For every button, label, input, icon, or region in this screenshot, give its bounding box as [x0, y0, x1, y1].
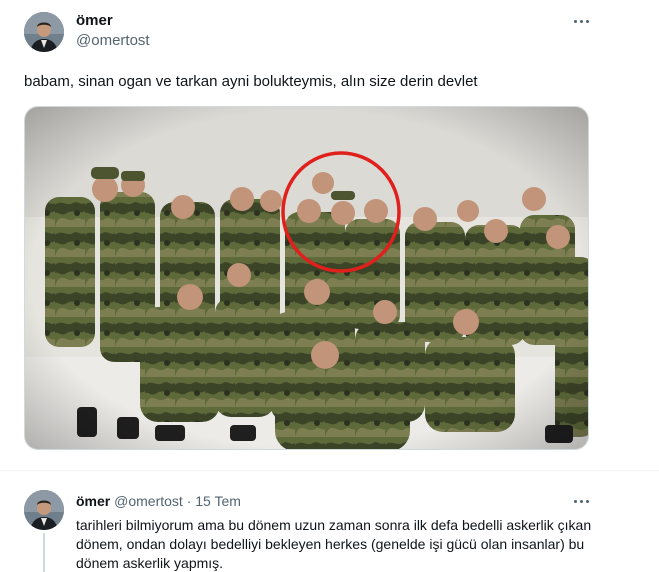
avatar-image: [24, 490, 64, 530]
thread-line: [43, 533, 45, 572]
author-avatar[interactable]: [24, 12, 64, 52]
more-options-icon[interactable]: [570, 14, 592, 28]
tweet-photo[interactable]: [24, 106, 589, 450]
reply-author-name[interactable]: ömer: [76, 493, 110, 509]
reply-author-avatar[interactable]: [24, 490, 64, 530]
group-photo-icon: [25, 107, 588, 449]
author-handle[interactable]: @omertost: [76, 32, 150, 49]
tweet-text: babam, sinan ogan ve tarkan ayni bolukte…: [24, 73, 478, 90]
avatar-image: [24, 12, 64, 52]
reply-date[interactable]: 15 Tem: [195, 493, 241, 509]
author-name[interactable]: ömer: [76, 12, 113, 29]
thread-divider: [0, 470, 659, 471]
reply-header: ömer @omertost · 15 Tem: [76, 493, 241, 509]
reply-text: tarihleri bilmiyorum ama bu dönem uzun z…: [76, 517, 592, 571]
reply-separator: ·: [186, 493, 192, 509]
reply-author-handle[interactable]: @omertost: [114, 493, 183, 509]
reply-more-options-icon[interactable]: [570, 494, 592, 508]
